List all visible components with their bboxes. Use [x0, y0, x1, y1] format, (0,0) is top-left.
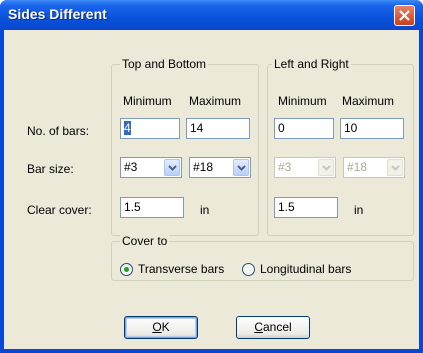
longitudinal-bars-radio[interactable] [242, 263, 255, 276]
close-button[interactable] [394, 5, 415, 26]
left-right-bars-min-input[interactable]: 0 [274, 118, 334, 139]
top-bottom-size-max-select[interactable]: #18 [189, 157, 251, 178]
bar-size-label: Bar size: [27, 162, 74, 176]
close-icon [399, 10, 410, 21]
top-bottom-bars-min-input[interactable]: 4 [120, 118, 180, 139]
chevron-down-icon [237, 165, 246, 171]
top-bottom-max-header: Maximum [189, 94, 242, 108]
cancel-accelerator: C [254, 320, 263, 334]
transverse-bars-label[interactable]: Transverse bars [138, 262, 224, 276]
left-right-bars-max-value: 10 [344, 121, 358, 135]
top-bottom-min-header: Minimum [123, 94, 172, 108]
clear-cover-label: Clear cover: [27, 203, 92, 217]
left-right-max-header: Maximum [342, 94, 395, 108]
radio-selected-dot [124, 267, 129, 272]
window-title: Sides Different [8, 6, 107, 22]
left-right-size-max-value: #18 [347, 160, 368, 174]
top-bottom-cover-unit: in [200, 203, 210, 217]
left-right-cover-input[interactable]: 1.5 [274, 197, 338, 218]
left-right-cover-unit: in [354, 203, 364, 217]
cover-to-legend: Cover to [120, 234, 170, 248]
top-bottom-bars-min-value: 4 [124, 121, 131, 135]
ok-accelerator: O [152, 320, 162, 334]
left-right-size-min-value: #3 [278, 160, 292, 174]
dialog-body: Top and Bottom Left and Right Minimum Ma… [4, 30, 419, 349]
top-bottom-size-max-dropdown-button[interactable] [233, 159, 249, 176]
transverse-bars-radio[interactable] [120, 263, 133, 276]
chevron-down-icon [168, 165, 177, 171]
ok-label-rest: K [161, 320, 170, 334]
top-bottom-cover-input[interactable]: 1.5 [120, 197, 184, 218]
top-bottom-legend: Top and Bottom [120, 57, 209, 71]
cancel-label-rest: ancel [262, 320, 292, 334]
top-bottom-bars-max-input[interactable]: 14 [186, 118, 250, 139]
top-bottom-cover-value: 1.5 [124, 200, 141, 214]
top-bottom-size-min-dropdown-button[interactable] [164, 159, 180, 176]
title-bar[interactable]: Sides Different [0, 0, 423, 30]
top-bottom-size-max-value: #18 [193, 160, 214, 174]
cancel-button[interactable]: Cancel [236, 316, 310, 339]
dialog-window: Sides Different Top and Bottom Left and … [0, 0, 423, 353]
top-bottom-size-min-value: #3 [124, 160, 138, 174]
left-right-legend: Left and Right [272, 57, 351, 71]
left-right-size-max-dropdown-button [387, 159, 403, 176]
left-right-size-max-select: #18 [343, 157, 405, 178]
left-right-size-min-dropdown-button [318, 159, 334, 176]
left-right-min-header: Minimum [278, 94, 327, 108]
top-bottom-size-min-select[interactable]: #3 [120, 157, 182, 178]
left-right-bars-max-input[interactable]: 10 [340, 118, 404, 139]
longitudinal-bars-label[interactable]: Longitudinal bars [260, 262, 351, 276]
chevron-down-icon [322, 165, 331, 171]
left-right-size-min-select: #3 [274, 157, 336, 178]
top-bottom-bars-max-value: 14 [190, 121, 204, 135]
no-of-bars-label: No. of bars: [27, 124, 90, 138]
ok-button[interactable]: OK [124, 316, 198, 339]
chevron-down-icon [391, 165, 400, 171]
left-right-bars-min-value: 0 [278, 121, 285, 135]
left-right-cover-value: 1.5 [278, 200, 295, 214]
